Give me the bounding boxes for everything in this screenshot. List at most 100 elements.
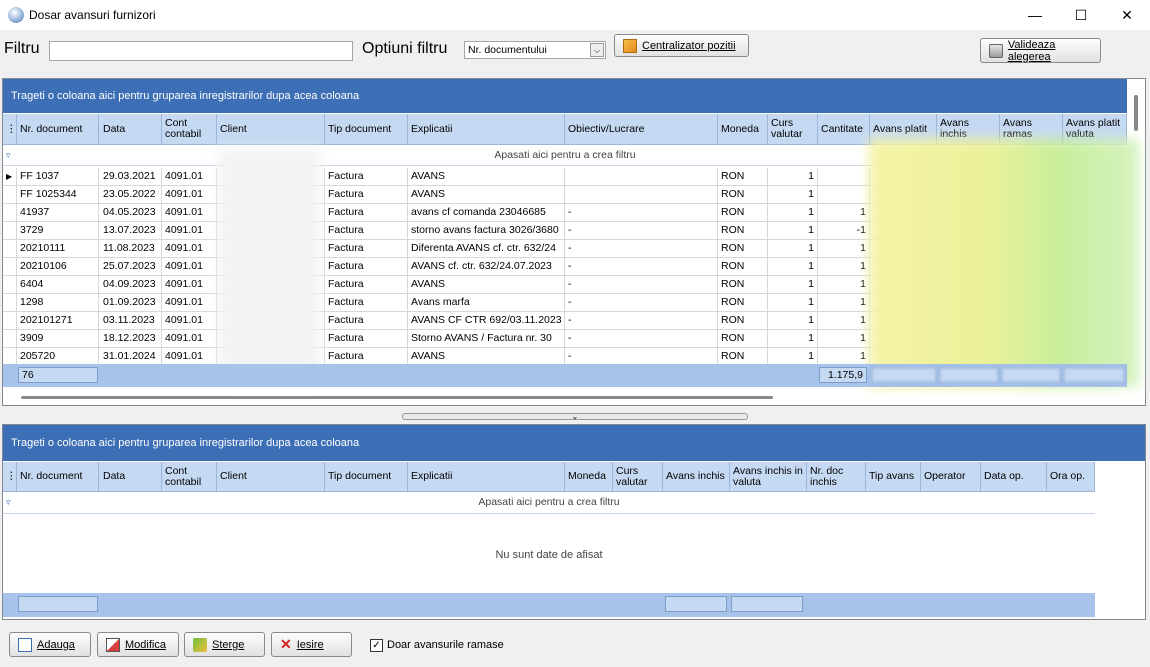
row-indicator-icon[interactable]: ▶ xyxy=(3,168,17,185)
chevron-down-icon[interactable]: ⌵ xyxy=(590,43,604,57)
lower-filter-row[interactable]: ▿ Apasati aici pentru a crea filtru xyxy=(3,492,1095,514)
column-header[interactable]: Tip avans xyxy=(866,462,921,491)
cell-nr: 202101271 xyxy=(17,312,99,329)
delete-button[interactable]: Sterge xyxy=(184,632,265,657)
close-icon: ✕ xyxy=(280,636,292,652)
cell-cont: 4091.01 xyxy=(162,240,217,257)
cell-curs: 1 xyxy=(768,294,818,311)
cell-moneda: RON xyxy=(718,330,768,347)
column-header[interactable]: Moneda xyxy=(718,114,768,144)
cell-nr: 3909 xyxy=(17,330,99,347)
cell-data: 03.11.2023 xyxy=(100,312,162,329)
cell-tip: Factura xyxy=(325,348,408,364)
filter-options-label: Optiuni filtru xyxy=(362,40,448,57)
row-indicator[interactable] xyxy=(3,312,17,329)
cell-curs: 1 xyxy=(768,186,818,203)
remaining-only-checkbox[interactable]: ✓ xyxy=(370,639,383,652)
column-header[interactable]: Data op. xyxy=(981,462,1047,491)
cell-curs: 1 xyxy=(768,222,818,239)
column-header[interactable]: Explicatii xyxy=(408,114,565,144)
maximize-button[interactable]: ☐ xyxy=(1058,0,1104,30)
close-button[interactable]: ✕ xyxy=(1104,0,1150,30)
eraser-icon xyxy=(193,637,207,652)
column-header[interactable]: Client xyxy=(217,114,325,144)
row-indicator[interactable] xyxy=(3,240,17,257)
window-title: Dosar avansuri furnizori xyxy=(29,8,156,22)
cell-cant xyxy=(818,186,870,203)
cell-curs: 1 xyxy=(768,330,818,347)
upper-hscroll-thumb[interactable] xyxy=(21,396,773,399)
row-indicator[interactable] xyxy=(3,330,17,347)
column-header[interactable]: Nr. document xyxy=(17,462,99,491)
column-header[interactable]: Avans inchis xyxy=(663,462,730,491)
edit-button[interactable]: Modifica xyxy=(97,632,179,657)
cell-moneda: RON xyxy=(718,222,768,239)
cell-nr: 1298 xyxy=(17,294,99,311)
cell-cant: 1 xyxy=(818,294,870,311)
column-header[interactable]: Tip document xyxy=(325,114,408,144)
column-header[interactable]: Cantitate xyxy=(818,114,870,144)
cell-tip: Factura xyxy=(325,276,408,293)
lower-group-panel[interactable]: Trageti o coloana aici pentru gruparea i… xyxy=(3,425,1145,461)
cell-expl: AVANS xyxy=(408,186,565,203)
column-header[interactable]: Nr. doc inchis xyxy=(807,462,866,491)
cell-obiectiv: - xyxy=(565,312,718,329)
cell-cant xyxy=(818,168,870,185)
cell-cont: 4091.01 xyxy=(162,204,217,221)
row-indicator[interactable] xyxy=(3,348,17,364)
cell-nr: 41937 xyxy=(17,204,99,221)
cell-tip: Factura xyxy=(325,168,408,185)
column-header[interactable]: Operator xyxy=(921,462,981,491)
cell-obiectiv: - xyxy=(565,258,718,275)
exit-button[interactable]: ✕ Iesire xyxy=(271,632,352,657)
cell-data: 29.03.2021 xyxy=(100,168,162,185)
minimize-button[interactable]: — xyxy=(1012,0,1058,30)
row-indicator[interactable] xyxy=(3,222,17,239)
cell-expl: AVANS cf. ctr. 632/24.07.2023 xyxy=(408,258,565,275)
column-header[interactable]: Nr. document xyxy=(17,114,99,144)
cell-tip: Factura xyxy=(325,186,408,203)
column-header[interactable]: Moneda xyxy=(565,462,613,491)
splitter-handle[interactable]: ⌄ xyxy=(402,413,748,421)
row-indicator[interactable] xyxy=(3,294,17,311)
cell-tip: Factura xyxy=(325,204,408,221)
upper-group-panel[interactable]: Trageti o coloana aici pentru gruparea i… xyxy=(3,79,1127,113)
column-chooser-icon[interactable]: ⋮ xyxy=(3,114,17,144)
centralizer-button[interactable]: Centralizator pozitii xyxy=(614,34,749,57)
column-header[interactable]: Curs valutar xyxy=(613,462,663,491)
column-header[interactable]: Obiectiv/Lucrare xyxy=(565,114,718,144)
cell-cont: 4091.01 xyxy=(162,348,217,364)
row-indicator[interactable] xyxy=(3,186,17,203)
column-header[interactable]: Curs valutar xyxy=(768,114,818,144)
remaining-only-label: Doar avansurile ramase xyxy=(387,639,504,651)
column-header[interactable]: Avans inchis in valuta xyxy=(730,462,807,491)
filter-label: Filtru xyxy=(4,40,40,57)
row-indicator[interactable] xyxy=(3,276,17,293)
column-header[interactable]: Cont contabil xyxy=(162,114,217,144)
app-icon xyxy=(8,7,24,23)
column-header[interactable]: Ora op. xyxy=(1047,462,1095,491)
row-indicator[interactable] xyxy=(3,204,17,221)
cell-expl: AVANS xyxy=(408,348,565,364)
cell-moneda: RON xyxy=(718,276,768,293)
cell-cont: 4091.01 xyxy=(162,312,217,329)
column-header[interactable]: Tip document xyxy=(325,462,408,491)
upper-scroll-thumb[interactable] xyxy=(1134,95,1138,131)
cell-moneda: RON xyxy=(718,186,768,203)
cell-expl: AVANS CF CTR 692/03.11.2023 xyxy=(408,312,565,329)
column-chooser-icon[interactable]: ⋮ xyxy=(3,462,17,491)
column-header[interactable]: Explicatii xyxy=(408,462,565,491)
paid-summary xyxy=(871,367,937,383)
row-indicator[interactable] xyxy=(3,258,17,275)
column-header[interactable]: Cont contabil xyxy=(162,462,217,491)
column-header[interactable]: Data xyxy=(100,462,162,491)
filter-options-select[interactable]: Nr. documentului ⌵ xyxy=(464,41,606,59)
cell-obiectiv: - xyxy=(565,330,718,347)
validate-button[interactable]: Valideaza alegerea xyxy=(980,38,1101,63)
column-header[interactable]: Client xyxy=(217,462,325,491)
column-header[interactable]: Data xyxy=(100,114,162,144)
edit-icon xyxy=(106,637,120,652)
add-button[interactable]: Adauga xyxy=(9,632,91,657)
filter-input[interactable] xyxy=(49,41,353,61)
cell-data: 04.05.2023 xyxy=(100,204,162,221)
